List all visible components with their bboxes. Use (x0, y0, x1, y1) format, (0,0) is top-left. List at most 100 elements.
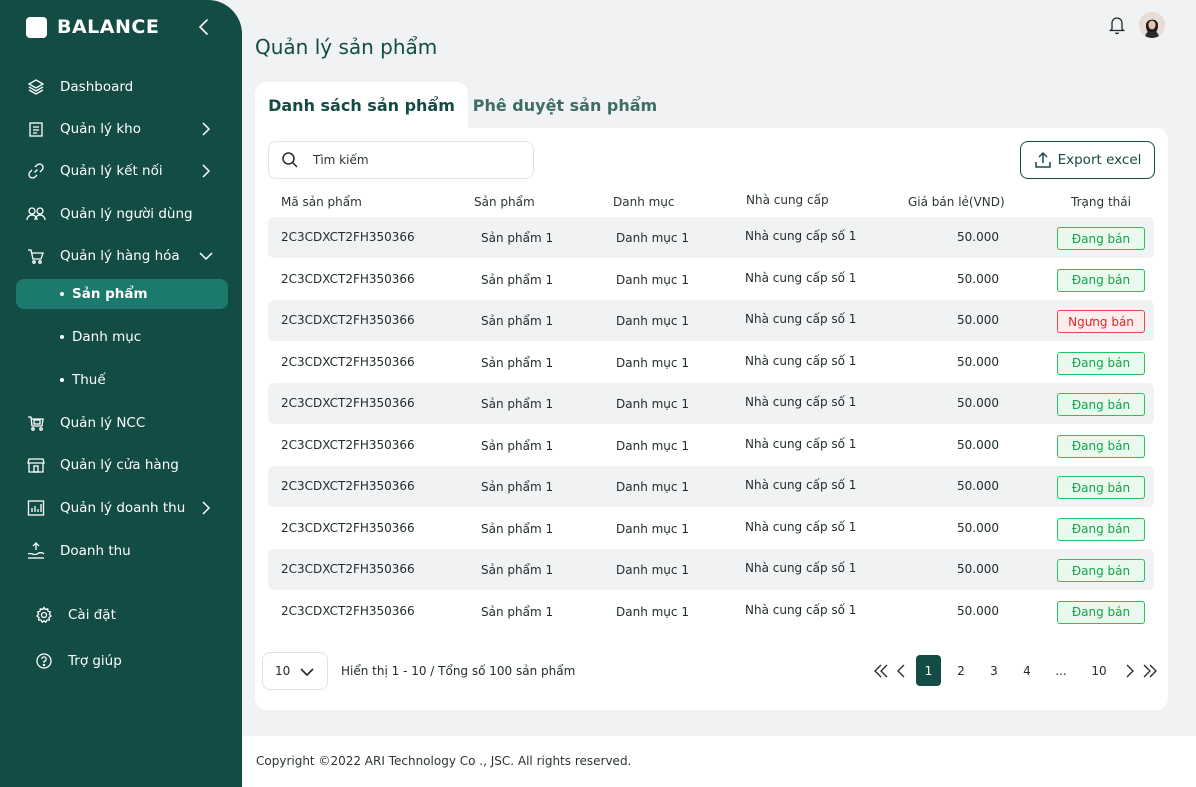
collapse-sidebar-icon[interactable] (196, 16, 212, 38)
product-category: Danh mục 1 (616, 231, 689, 245)
table-row[interactable]: 2C3CDXCT2FH350366 Sản phẩm 1 Danh mục 1 Nhà… (268, 549, 1154, 590)
table-row[interactable]: 2C3CDXCT2FH350366 Sản phẩm 1 Danh mục 1 Nhà… (268, 508, 1154, 549)
table-row[interactable]: 2C3CDXCT2FH350366 Sản phẩm 1 Danh mục 1 Nhà… (268, 591, 1154, 632)
product-name: Sản phẩm 1 (481, 397, 554, 411)
bell-icon[interactable] (1108, 15, 1126, 35)
sidebar-item-label: Quản lý cửa hàng (60, 457, 179, 473)
users-icon (26, 204, 46, 224)
bullet (60, 335, 64, 339)
sidebar-item-label: Quản lý NCC (60, 415, 146, 431)
status-badge: Đang bán (1057, 227, 1145, 250)
product-category: Danh mục 1 (616, 480, 689, 494)
product-price: 50.000 (957, 230, 999, 244)
page-button-10[interactable]: 10 (1087, 655, 1111, 686)
product-supplier: Nhà cung cấp số 1 (745, 519, 857, 534)
sidebar-item-dashboard[interactable]: Dashboard (14, 72, 228, 102)
sidebar-item-stores[interactable]: Quản lý cửa hàng (14, 450, 228, 480)
sidebar-item-users[interactable]: Quản lý người dùng (14, 199, 228, 229)
product-category: Danh mục 1 (616, 438, 689, 453)
product-name: Sản phẩm 1 (481, 521, 554, 536)
status-badge: Đang bán (1057, 476, 1145, 499)
link-icon (26, 161, 46, 181)
help-icon (34, 651, 54, 671)
product-supplier: Nhà cung cấp số 1 (745, 561, 857, 575)
avatar[interactable] (1139, 12, 1165, 38)
cart-icon (26, 246, 46, 266)
supplier-icon (26, 413, 46, 433)
search-box[interactable] (268, 141, 534, 179)
product-category: Danh mục 1 (616, 604, 689, 619)
page-button-1[interactable]: 1 (916, 655, 941, 686)
sidebar-subitem-products[interactable]: Sản phẩm (16, 279, 228, 309)
warehouse-icon (26, 119, 46, 139)
sidebar-item-label: Quản lý người dùng (60, 206, 193, 222)
sidebar-subitem-label: Danh mục (72, 329, 142, 345)
product-name: Sản phẩm 1 (481, 563, 554, 577)
product-supplier: Nhà cung cấp số 1 (745, 395, 857, 409)
sidebar-item-warehouse[interactable]: Quản lý kho (14, 114, 228, 144)
sidebar-subitem-categories[interactable]: Danh mục (16, 322, 228, 352)
status-badge: Đang bán (1057, 600, 1145, 624)
search-icon (282, 152, 298, 168)
table-row[interactable]: 2C3CDXCT2FH350366 Sản phẩm 1 Danh mục 1 Nhà… (268, 259, 1154, 300)
sidebar-item-label: Trợ giúp (68, 653, 122, 669)
product-code: 2C3CDXCT2FH350366 (281, 271, 415, 286)
status-badge: Đang bán (1057, 393, 1145, 416)
chevron-right-icon (202, 122, 211, 136)
first-page-icon[interactable] (872, 655, 890, 686)
table-row[interactable]: 2C3CDXCT2FH350366 Sản phẩm 1 Danh mục 1 Nhà… (268, 217, 1154, 258)
product-code: 2C3CDXCT2FH350366 (281, 313, 415, 327)
table-row[interactable]: 2C3CDXCT2FH350366 Sản phẩm 1 Danh mục 1 Nhà… (268, 300, 1154, 341)
sidebar-subitem-tax[interactable]: Thuế (16, 365, 228, 395)
product-code: 2C3CDXCT2FH350366 (281, 479, 415, 493)
tab-product-approval[interactable]: Phê duyệt sản phẩm (470, 82, 660, 128)
app-name: BALANCE (57, 16, 160, 38)
column-header: Trạng thái (1071, 195, 1131, 209)
sidebar-subitem-label: Thuế (72, 372, 106, 388)
logo[interactable]: BALANCE (26, 16, 159, 38)
table-row[interactable]: 2C3CDXCT2FH350366 Sản phẩm 1 Danh mục 1 Nhà… (268, 342, 1154, 383)
product-supplier: Nhà cung cấp số 1 (745, 312, 857, 326)
export-excel-button[interactable]: Export excel (1020, 141, 1155, 179)
sidebar-item-label: Quản lý kho (60, 121, 141, 137)
page-button-3[interactable]: 3 (984, 655, 1004, 686)
sidebar-item-goods[interactable]: Quản lý hàng hóa (14, 241, 228, 271)
table-row[interactable]: 2C3CDXCT2FH350366 Sản phẩm 1 Danh mục 1 Nhà… (268, 425, 1154, 466)
tab-label: Danh sách sản phẩm (268, 95, 455, 115)
page-size-value: 10 (275, 664, 291, 678)
status-badge: Ngưng bán (1057, 310, 1145, 333)
search-input[interactable] (313, 153, 513, 167)
sidebar: BALANCE Dashboard Quản lý kho Quản lý kế… (0, 0, 242, 787)
product-price: 50.000 (957, 562, 999, 576)
product-price: 50.000 (957, 354, 999, 369)
sidebar-item-help[interactable]: Trợ giúp (22, 646, 236, 676)
next-page-icon[interactable] (1122, 655, 1138, 686)
column-header: Nhà cung cấp (746, 193, 829, 207)
sidebar-item-connections[interactable]: Quản lý kết nối (14, 156, 228, 186)
sidebar-item-settings[interactable]: Cài đặt (22, 600, 236, 630)
product-price: 50.000 (957, 520, 999, 535)
product-supplier: Nhà cung cấp số 1 (745, 270, 857, 285)
product-category: Danh mục 1 (616, 272, 689, 287)
sidebar-item-label: Quản lý hàng hóa (60, 248, 180, 264)
chevron-down-icon (300, 668, 314, 677)
column-header: Danh mục (613, 195, 675, 209)
sidebar-item-revenue-management[interactable]: Quản lý doanh thu (14, 493, 228, 523)
page-button-2[interactable]: 2 (951, 655, 971, 686)
sidebar-item-revenue[interactable]: Doanh thu (14, 536, 228, 566)
product-code: 2C3CDXCT2FH350366 (281, 354, 415, 369)
status-badge: Đang bán (1057, 434, 1145, 458)
page-button-4[interactable]: 4 (1017, 655, 1037, 686)
layers-icon (26, 77, 46, 97)
product-category: Danh mục 1 (616, 355, 689, 370)
sidebar-item-suppliers[interactable]: Quản lý NCC (14, 408, 228, 438)
page-size-select[interactable]: 10 (262, 652, 328, 690)
sidebar-item-label: Quản lý kết nối (60, 163, 163, 179)
footer: Copyright ©2022 ARI Technology Co ., JSC… (242, 736, 1196, 787)
chevron-down-icon (199, 252, 213, 261)
last-page-icon[interactable] (1141, 655, 1159, 686)
table-row[interactable]: 2C3CDXCT2FH350366 Sản phẩm 1 Danh mục 1 Nhà… (268, 383, 1154, 424)
prev-page-icon[interactable] (893, 655, 909, 686)
table-row[interactable]: 2C3CDXCT2FH350366 Sản phẩm 1 Danh mục 1 Nhà… (268, 466, 1154, 507)
tab-product-list[interactable]: Danh sách sản phẩm (255, 82, 468, 128)
